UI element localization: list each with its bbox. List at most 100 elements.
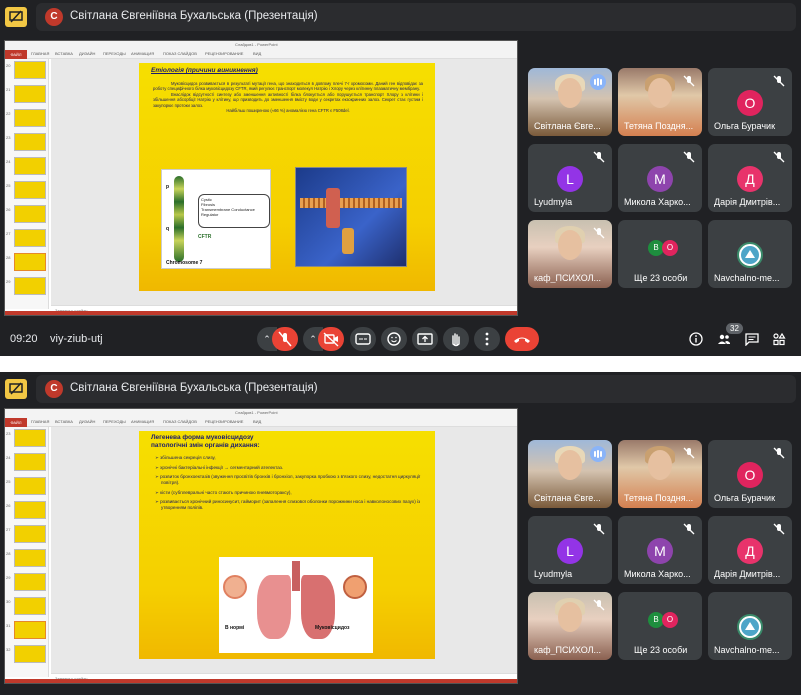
slide-thumbnail[interactable] — [14, 229, 46, 247]
thumb-number: 25 — [6, 183, 11, 188]
more-participants-tile[interactable]: В О Ще 23 особи — [618, 592, 702, 660]
participant-name: Дарія Дмитрів... — [714, 197, 781, 207]
thumb-number: 29 — [6, 575, 11, 580]
ppt-tab[interactable]: ПОКАЗ СЛАЙДОВ — [163, 419, 197, 424]
slide-thumbnail[interactable] — [14, 597, 46, 615]
participant-tile[interactable]: Navchalno-me... — [708, 220, 792, 288]
current-slide[interactable]: Легенева форма муковісцидозу патологічні… — [139, 431, 435, 659]
presentation-header: С Світлана Євгеніївна Бухальська (Презен… — [0, 372, 801, 406]
ppt-tab[interactable]: ПЕРЕХОДЫ — [103, 51, 126, 56]
ppt-tab[interactable]: АНИМАЦИЯ — [131, 419, 154, 424]
thumb-number: 27 — [6, 527, 11, 532]
info-icon[interactable] — [689, 332, 703, 346]
bronchus-normal-graphic — [223, 575, 247, 599]
slide-thumbnail[interactable] — [14, 573, 46, 591]
leave-call-button[interactable] — [505, 327, 539, 351]
thumb-number: 28 — [6, 255, 11, 260]
slide-thumbnail[interactable] — [14, 205, 46, 223]
reactions-button[interactable] — [381, 327, 407, 351]
slide-thumbnail[interactable] — [14, 525, 46, 543]
chat-icon[interactable] — [745, 332, 759, 346]
participant-tile[interactable]: L Lyudmyla — [528, 144, 612, 212]
activities-icon[interactable] — [772, 332, 786, 346]
organization-logo-icon — [737, 614, 763, 640]
ppt-tab[interactable]: ВСТАВКА — [55, 51, 73, 56]
ppt-tab[interactable]: АНИМАЦИЯ — [131, 51, 154, 56]
mic-off-icon — [683, 151, 695, 163]
participant-tile[interactable]: Navchalno-me... — [708, 592, 792, 660]
raise-hand-button[interactable] — [443, 327, 469, 351]
participant-tile[interactable]: М Микола Харко... — [618, 516, 702, 584]
present-button[interactable] — [412, 327, 438, 351]
slide-thumbnail[interactable] — [14, 109, 46, 127]
ppt-tab[interactable]: ДИЗАЙН — [79, 419, 95, 424]
more-participants-tile[interactable]: В О Ще 23 особи — [618, 220, 702, 288]
mic-toggle-button[interactable] — [272, 327, 298, 351]
participant-tile[interactable]: Світлана Євге... — [528, 68, 612, 136]
thumb-number: 31 — [6, 623, 11, 628]
ppt-tab[interactable]: ДИЗАЙН — [79, 51, 95, 56]
participant-tile[interactable]: Д Дарія Дмитрів... — [708, 516, 792, 584]
slide-thumbnail-selected[interactable] — [14, 253, 46, 271]
thumb-number: 27 — [6, 231, 11, 236]
thumb-number: 24 — [6, 159, 11, 164]
slide-thumbnail[interactable] — [14, 453, 46, 471]
slide-bullet: ➢ хронічні бактеріальні інфекції → сегме… — [155, 464, 284, 470]
participant-tile[interactable]: О Ольга Бурачик — [708, 440, 792, 508]
gene-label: CFTR — [198, 234, 212, 240]
slide-thumbnail[interactable] — [14, 477, 46, 495]
participant-tile[interactable]: М Микола Харко... — [618, 144, 702, 212]
slide-thumbnail[interactable] — [14, 157, 46, 175]
ppt-tab[interactable]: ВСТАВКА — [55, 419, 73, 424]
participant-tile[interactable]: Тетяна Поздня... — [618, 68, 702, 136]
slide-thumbnail[interactable] — [14, 181, 46, 199]
hand-icon — [452, 333, 460, 347]
ppt-tab[interactable]: ГЛАВНАЯ — [31, 51, 49, 56]
ppt-tab[interactable]: ВИД — [253, 419, 261, 424]
slide-thumbnail[interactable] — [14, 549, 46, 567]
ppt-ribbon: Слайдов1 - PowerPoint ФАЙЛ ГЛАВНАЯ ВСТАВ… — [5, 41, 517, 59]
presenter-avatar: С — [45, 380, 63, 398]
meeting-code: viy-ziub-utj — [50, 333, 103, 345]
slide-thumbnail[interactable] — [14, 501, 46, 519]
slide-thumbnail[interactable] — [14, 61, 46, 79]
participant-tile[interactable]: L Lyudmyla — [528, 516, 612, 584]
slide-title: Етіологія (причини виникнення) — [151, 67, 258, 74]
ppt-file-tab[interactable]: ФАЙЛ — [5, 418, 27, 427]
slide-thumbnail-selected[interactable] — [14, 621, 46, 639]
slide-thumbnail[interactable] — [14, 85, 46, 103]
participant-tile[interactable]: Д Дарія Дмитрів... — [708, 144, 792, 212]
participant-tile[interactable]: каф_ПСИХОЛ... — [528, 220, 612, 288]
slide-thumbnail[interactable] — [14, 277, 46, 295]
participant-tile[interactable]: Тетяна Поздня... — [618, 440, 702, 508]
captions-button[interactable] — [350, 327, 376, 351]
presenting-icon[interactable] — [5, 379, 27, 399]
current-slide[interactable]: Етіологія (причини виникнення) Муковісци… — [139, 63, 435, 291]
participant-name: Navchalno-me... — [714, 645, 780, 655]
slide-thumbnail[interactable] — [14, 645, 46, 663]
participant-tile[interactable]: Світлана Євге... — [528, 440, 612, 508]
participant-tile[interactable]: О Ольга Бурачик — [708, 68, 792, 136]
slide-thumbnail[interactable] — [14, 429, 46, 447]
ppt-tab[interactable]: ГЛАВНАЯ — [31, 419, 49, 424]
participant-avatar: О — [737, 90, 763, 116]
mic-off-icon — [683, 447, 695, 459]
more-options-button[interactable] — [474, 327, 500, 351]
ppt-tab[interactable]: РЕЦЕНЗИРОВАНИЕ — [205, 51, 243, 56]
slide-thumbnail[interactable] — [14, 133, 46, 151]
speaking-indicator-icon — [590, 74, 606, 90]
clock: 09:20 — [10, 333, 38, 345]
ppt-tab[interactable]: ВИД — [253, 51, 261, 56]
ppt-file-tab[interactable]: ФАЙЛ — [5, 50, 27, 59]
ppt-tab[interactable]: ПЕРЕХОДЫ — [103, 419, 126, 424]
people-icon[interactable] — [717, 332, 731, 346]
presentation-header: С Світлана Євгеніївна Бухальська (Презен… — [0, 0, 801, 34]
presenting-icon[interactable] — [5, 7, 27, 27]
camera-toggle-button[interactable] — [318, 327, 344, 351]
participant-name: Світлана Євге... — [534, 493, 601, 503]
ppt-tab[interactable]: ПОКАЗ СЛАЙДОВ — [163, 51, 197, 56]
trachea-graphic — [292, 561, 300, 591]
ppt-tab[interactable]: РЕЦЕНЗИРОВАНИЕ — [205, 419, 243, 424]
participant-name: Ольга Бурачик — [714, 121, 776, 131]
participant-tile[interactable]: каф_ПСИХОЛ... — [528, 592, 612, 660]
